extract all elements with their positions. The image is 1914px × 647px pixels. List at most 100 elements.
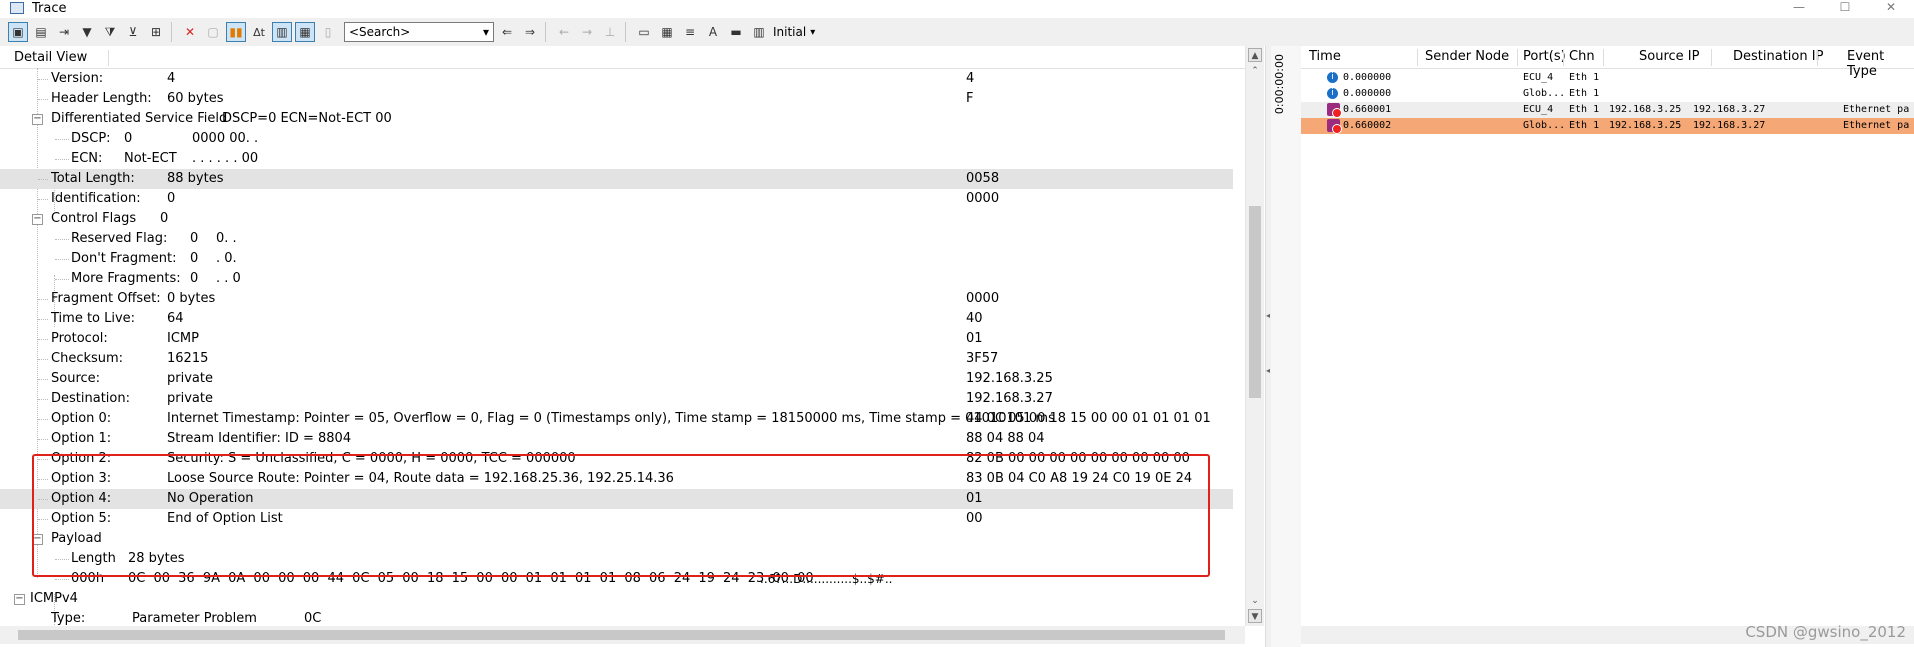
scrollbar-thumb[interactable] [18, 630, 1225, 640]
delta-time-icon[interactable]: Δt [249, 22, 269, 42]
detail-view-tab[interactable]: Detail View [14, 50, 87, 65]
trace-row[interactable]: i 0.000000 ECU_4 Eth 1 [1301, 70, 1914, 86]
pause-icon[interactable]: ▮▮ [226, 22, 246, 42]
detail-row[interactable]: Fragment Offset: 0 bytes 0000 [0, 289, 1233, 309]
initial-dropdown[interactable]: Initial [773, 25, 806, 39]
detail-row[interactable]: Header Length: 60 bytes F [0, 89, 1233, 109]
time-ruler-label: 0:00:00:00 [1273, 54, 1286, 115]
trace-window-icon [10, 2, 24, 14]
detail-row[interactable]: Time to Live: 64 40 [0, 309, 1233, 329]
scroll-up-icon[interactable]: ⌃ [1248, 64, 1262, 78]
detail-row-expandable[interactable]: − ICMPv4 [0, 589, 1233, 609]
font-size-icon[interactable]: A [703, 22, 723, 42]
scroll-bottom-icon[interactable]: ▼ [1248, 609, 1262, 623]
detail-row-selected[interactable]: Total Length: 88 bytes 0058 [0, 169, 1233, 189]
toolbar-separator [171, 22, 172, 42]
forward-arrow-icon[interactable]: → [577, 22, 597, 42]
search-combo[interactable]: <Search> ▾ [344, 22, 494, 42]
detail-row[interactable]: Destination: private 192.168.3.27 [0, 389, 1233, 409]
detail-row-expandable[interactable]: − Control Flags 0 [0, 209, 1233, 229]
column-header-sender-node[interactable]: Sender Node [1425, 49, 1509, 64]
filter-icon[interactable]: ▼ [77, 22, 97, 42]
info-icon: i [1327, 88, 1338, 99]
detail-row[interactable]: DSCP: 0 0000 00. . [0, 129, 1233, 149]
collapse-toggle-icon[interactable]: − [14, 594, 25, 605]
column-divider[interactable] [1417, 49, 1418, 66]
detail-row[interactable]: More Fragments: 0 . . 0 [0, 269, 1233, 289]
detail-row[interactable]: Identification: 0 0000 [0, 189, 1233, 209]
column-header-source-ip[interactable]: Source IP [1639, 49, 1699, 64]
format-lines-icon[interactable]: ≡ [680, 22, 700, 42]
column-layout-icon[interactable]: ▥ [272, 22, 292, 42]
detail-row[interactable]: Source: private 192.168.3.25 [0, 369, 1233, 389]
trace-list-pane: Time Sender Node Port(s) Chn Source IP D… [1301, 46, 1914, 647]
trace-row[interactable]: i 0.000000 Glob... Eth 1 [1301, 86, 1914, 102]
detail-row[interactable]: Type: Parameter Problem 0C [0, 609, 1233, 626]
detail-row[interactable]: Don't Fragment: 0 . 0. [0, 249, 1233, 269]
scrollbar-thumb[interactable] [1249, 206, 1261, 398]
detail-view-header: Detail View [0, 46, 1245, 69]
initial-view-icon[interactable]: ▥ [749, 22, 769, 42]
detail-row[interactable]: Protocol: ICMP 01 [0, 329, 1233, 349]
column-divider[interactable] [1563, 49, 1564, 66]
toolbar-separator [625, 22, 626, 42]
column-header-destination-ip[interactable]: Destination IP [1733, 49, 1823, 64]
collapse-arrow-icon[interactable]: ◂ [1266, 311, 1270, 320]
column-divider[interactable] [1603, 49, 1604, 66]
toolbar-separator [545, 22, 546, 42]
find-previous-icon[interactable]: ⇐ [497, 22, 517, 42]
vertical-scrollbar[interactable]: ▲ ⌃ ⌄ ▼ [1245, 46, 1264, 626]
detail-row-expandable[interactable]: − Differentiated Service Field DSCP=0 EC… [0, 109, 1233, 129]
trace-row[interactable]: 0.660001 ECU_4 Eth 1 192.168.3.25 192.16… [1301, 102, 1914, 118]
column-divider[interactable] [1817, 49, 1818, 66]
trace-row-selected[interactable]: 0.660002 Glob... Eth 1 192.168.3.25 192.… [1301, 118, 1914, 134]
delete-icon[interactable]: ✕ [180, 22, 200, 42]
color-scheme-icon[interactable]: ▬ [726, 22, 746, 42]
detail-row[interactable]: Option 1: Stream Identifier: ID = 8804 8… [0, 429, 1233, 449]
column-divider[interactable] [1517, 49, 1518, 66]
minimize-button[interactable]: — [1776, 0, 1822, 16]
filter-edit-icon[interactable]: ⊻ [123, 22, 143, 42]
column-chart-icon[interactable]: ▯ [318, 22, 338, 42]
column-divider[interactable] [1711, 49, 1712, 66]
trace-column-header: Time Sender Node Port(s) Chn Source IP D… [1301, 46, 1914, 79]
detail-view-toggle-icon[interactable]: ▣ [8, 22, 28, 42]
detail-view-pane: Detail View Version: 4 4 Header Length: … [0, 46, 1265, 647]
column-header-chn[interactable]: Chn [1569, 49, 1595, 64]
watermark: CSDN @gwsino_2012 [1745, 623, 1906, 641]
collapse-toggle-icon[interactable]: − [32, 114, 43, 125]
column-header-time[interactable]: Time [1309, 49, 1341, 64]
chevron-down-icon[interactable]: ▾ [483, 25, 489, 39]
column-header-ports[interactable]: Port(s) [1523, 49, 1566, 64]
chevron-down-icon[interactable]: ▾ [810, 27, 815, 38]
detail-row[interactable]: Version: 4 4 [0, 69, 1233, 89]
detail-row[interactable]: Reserved Flag: 0 0. . [0, 229, 1233, 249]
export-icon[interactable]: ⇥ [54, 22, 74, 42]
open-folder-icon[interactable]: ▭ [634, 22, 654, 42]
find-next-icon[interactable]: ⇒ [520, 22, 540, 42]
scroll-down-icon[interactable]: ⌄ [1248, 594, 1262, 608]
collapse-toggle-icon[interactable]: − [32, 214, 43, 225]
back-arrow-icon[interactable]: ← [554, 22, 574, 42]
clear-icon[interactable]: ▢ [203, 22, 223, 42]
detail-row[interactable]: Checksum: 16215 3F57 [0, 349, 1233, 369]
row-layout-icon[interactable]: ▦ [295, 22, 315, 42]
collapse-arrow-icon[interactable]: ◂ [1266, 366, 1270, 375]
window-title: Trace [32, 0, 67, 16]
ethernet-error-icon [1327, 119, 1342, 134]
search-input[interactable]: <Search> [349, 25, 410, 39]
marker-icon[interactable]: ⊥ [600, 22, 620, 42]
filter-remove-icon[interactable]: ⧩ [100, 22, 120, 42]
window-layout-icon[interactable]: ▦ [657, 22, 677, 42]
scroll-top-icon[interactable]: ▲ [1248, 48, 1262, 62]
detail-row[interactable]: Option 0: Internet Timestamp: Pointer = … [0, 409, 1233, 429]
maximize-button[interactable]: ☐ [1822, 0, 1868, 16]
close-button[interactable]: ✕ [1868, 0, 1914, 16]
trace-window: Trace — ☐ ✕ ▣ ▤ ⇥ ▼ ⧩ ⊻ ⊞ ✕ ▢ ▮▮ Δt ▥ ▦ … [0, 0, 1914, 647]
detail-row[interactable]: ECN: Not-ECT . . . . . . 00 [0, 149, 1233, 169]
horizontal-scrollbar[interactable] [0, 626, 1245, 644]
time-ruler: 0:00:00:00 [1271, 46, 1302, 647]
statistics-icon[interactable]: ▤ [31, 22, 51, 42]
title-bar: Trace — ☐ ✕ [0, 0, 1914, 16]
binoculars-icon[interactable]: ⊞ [146, 22, 166, 42]
